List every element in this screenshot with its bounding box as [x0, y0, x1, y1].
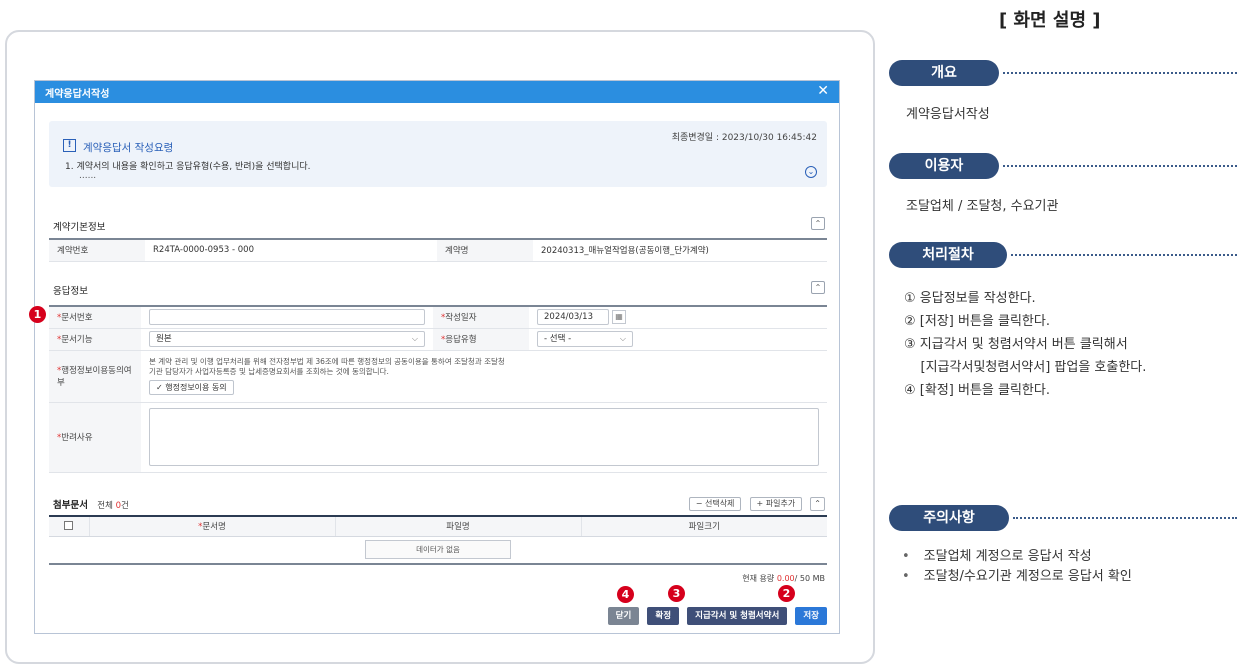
consent-text-2: 기관 담당자가 사업자등록증 및 납세증명요회서를 조회하는 것에 동의합니다.: [149, 367, 389, 376]
confirm-button[interactable]: 확정: [647, 606, 680, 625]
contract-info-title: 계약기본정보: [53, 222, 106, 233]
notice-text: 1. 계약서의 내용을 확인하고 응답유형(수용, 반려)을 선택합니다.: [65, 162, 311, 172]
add-file-button[interactable]: + 파일추가: [749, 496, 803, 511]
contract-no-label: 계약번호: [49, 238, 145, 262]
modal-header: 계약응답서작성 ✕: [35, 81, 839, 103]
attachments-header: 첨부문서 전체 0건: [53, 497, 129, 511]
close-icon[interactable]: ✕: [817, 83, 829, 99]
column-doc-name: *문서명: [89, 515, 336, 537]
contract-name-value: 20240313_매뉴얼작업용(공동이행_단가계약): [533, 238, 827, 262]
date-label: 작성일자: [433, 305, 529, 329]
step-item: ① 응답정보를 작성한다.: [904, 291, 1036, 306]
pay-request-button[interactable]: 지급각서 및 청렴서약서: [687, 606, 788, 625]
user-pill: 이용자: [889, 153, 999, 179]
response-info-table: 문서번호 작성일자 2024/03/13▦ 문서기능 원본 응답유형 - 선택 …: [49, 305, 827, 473]
step-item: [지급각서및청렴서약서] 팝업을 호출한다.: [904, 360, 1147, 375]
consent-button[interactable]: ✓ 행정정보이용 동의: [149, 380, 234, 395]
reject-reason-textarea[interactable]: [149, 408, 819, 466]
panel-title: [ 화면 설명 ]: [999, 10, 1101, 31]
doc-no-input[interactable]: [149, 309, 425, 326]
contract-name-label: 계약명: [437, 238, 533, 262]
notice-more: ......: [79, 171, 97, 181]
attachments-count: 전체 0건: [97, 501, 129, 511]
dotted-divider: [1013, 517, 1237, 519]
capacity-readout: 현재 용량 0.00/ 50 MB: [742, 574, 825, 583]
overview-text: 계약응답서작성: [906, 107, 990, 122]
doc-type-label: 문서기능: [49, 328, 141, 351]
step-marker-4: 4: [617, 586, 634, 603]
process-pill: 처리절차: [889, 242, 1007, 268]
response-info-title: 응답정보: [53, 286, 88, 297]
step-item: ③ 지급각서 및 청렴서약서 버튼 클릭해서: [904, 337, 1128, 352]
contract-info-table: 계약번호 R24TA-0000-0953 - 000 계약명 20240313_…: [49, 238, 827, 262]
column-file-size: 파일크기: [581, 515, 827, 537]
chevron-up-icon[interactable]: ⌃: [811, 281, 825, 294]
column-file-name: 파일명: [335, 515, 582, 537]
calendar-icon[interactable]: ▦: [612, 310, 626, 325]
notes-list: 조달업체 계정으로 응답서 작성 조달청/수요기관 계정으로 응답서 확인: [902, 545, 1132, 585]
dotted-divider: [1011, 254, 1237, 256]
select-all-checkbox[interactable]: [64, 521, 74, 531]
date-input[interactable]: 2024/03/13: [537, 309, 609, 326]
contract-no-value: R24TA-0000-0953 - 000: [145, 238, 437, 262]
attachment-actions: − 선택삭제 + 파일추가 ⌃: [686, 493, 825, 512]
step-marker-3: 3: [668, 585, 685, 602]
close-button[interactable]: 닫기: [607, 606, 640, 625]
doc-type-select[interactable]: 원본: [149, 331, 425, 347]
step-marker-2: 2: [778, 585, 795, 602]
reject-reason-label: 반려사유: [49, 402, 141, 473]
modal-title: 계약응답서작성: [45, 89, 110, 100]
delete-selected-button[interactable]: − 선택삭제: [688, 496, 742, 511]
chevron-up-icon[interactable]: ⌃: [811, 217, 825, 230]
process-steps: ① 응답정보를 작성한다. ② [저장] 버튼을 클릭한다. ③ 지급각서 및 …: [904, 287, 1146, 402]
notice-title: 계약응답서 작성요령: [83, 142, 174, 154]
note-item: 조달업체 계정으로 응답서 작성: [902, 545, 1132, 565]
user-text: 조달업체 / 조달청, 수요기관: [906, 199, 1059, 214]
attachments-table: *문서명 파일명 파일크기 데이터가 없음: [49, 515, 827, 565]
consent-text-1: 본 계약 관리 및 이행 업무처리를 위해 전자정부법 제 36조에 따른 행정…: [149, 357, 505, 366]
last-modified: 최종변경일 : 2023/10/30 16:45:42: [671, 133, 817, 143]
note-item: 조달청/수요기관 계정으로 응답서 확인: [902, 565, 1132, 585]
chevron-up-icon[interactable]: ⌃: [810, 496, 825, 511]
save-button[interactable]: 저장: [795, 606, 827, 625]
response-type-select[interactable]: - 선택 -: [537, 331, 633, 347]
contract-response-modal: 계약응답서작성 ✕ ! 계약응답서 작성요령 1. 계약서의 내용을 확인하고 …: [34, 80, 840, 634]
alert-icon: !: [63, 139, 76, 152]
dotted-divider: [1003, 165, 1237, 167]
dotted-divider: [1003, 72, 1237, 74]
chevron-down-icon[interactable]: ⌄: [805, 166, 817, 178]
attachments-title: 첨부문서: [53, 500, 88, 511]
step-marker-1: 1: [29, 306, 46, 323]
guide-notice: ! 계약응답서 작성요령 1. 계약서의 내용을 확인하고 응답유형(수용, 반…: [49, 121, 827, 187]
step-item: ④ [확정] 버튼을 클릭한다.: [904, 383, 1050, 398]
step-item: ② [저장] 버튼을 클릭한다.: [904, 314, 1050, 329]
no-data-label: 데이터가 없음: [365, 540, 511, 560]
consent-label: 행정정보이용동의여부: [49, 350, 141, 403]
footer-actions: 닫기 확정 지급각서 및 청렴서약서 저장: [605, 605, 827, 625]
response-type-label: 응답유형: [433, 328, 529, 351]
doc-no-label: 문서번호: [49, 305, 141, 329]
overview-pill: 개요: [889, 60, 999, 86]
notes-pill: 주의사항: [889, 505, 1009, 531]
